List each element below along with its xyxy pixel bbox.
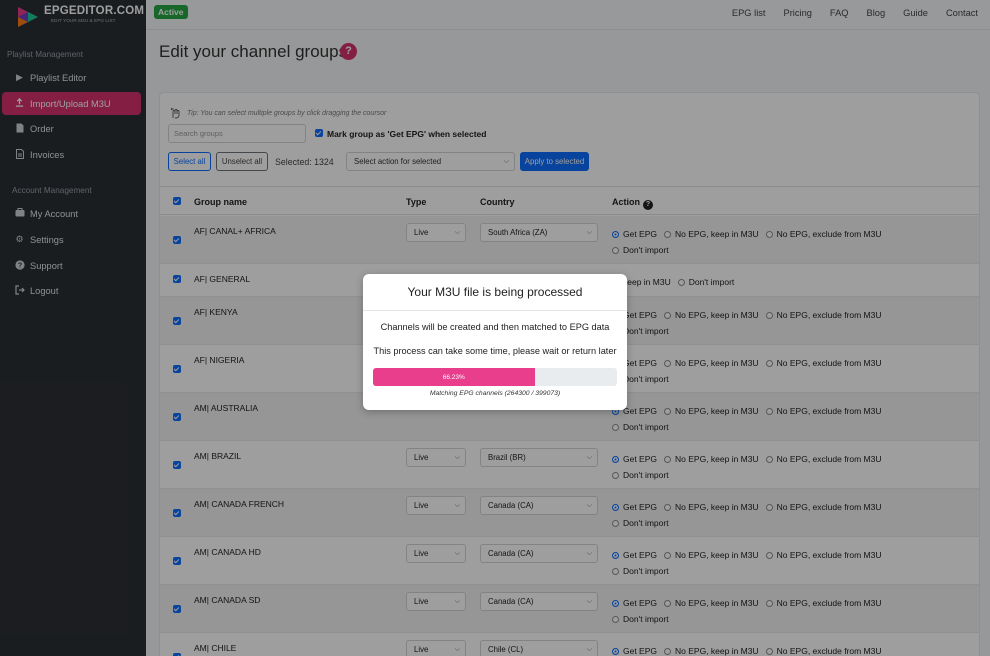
modal-title: Your M3U file is being processed	[407, 285, 583, 299]
modal-divider	[363, 310, 627, 311]
progress-bar: 66.23%	[373, 368, 617, 386]
modal-message-1: Channels will be created and then matche…	[380, 322, 610, 332]
modal-message-2: This process can take some time, please …	[373, 346, 617, 356]
progress-fill: 66.23%	[373, 368, 535, 386]
progress-caption: Matching EPG channels (264300 / 399073)	[429, 390, 561, 397]
processing-modal: Your M3U file is being processed Channel…	[363, 274, 627, 410]
